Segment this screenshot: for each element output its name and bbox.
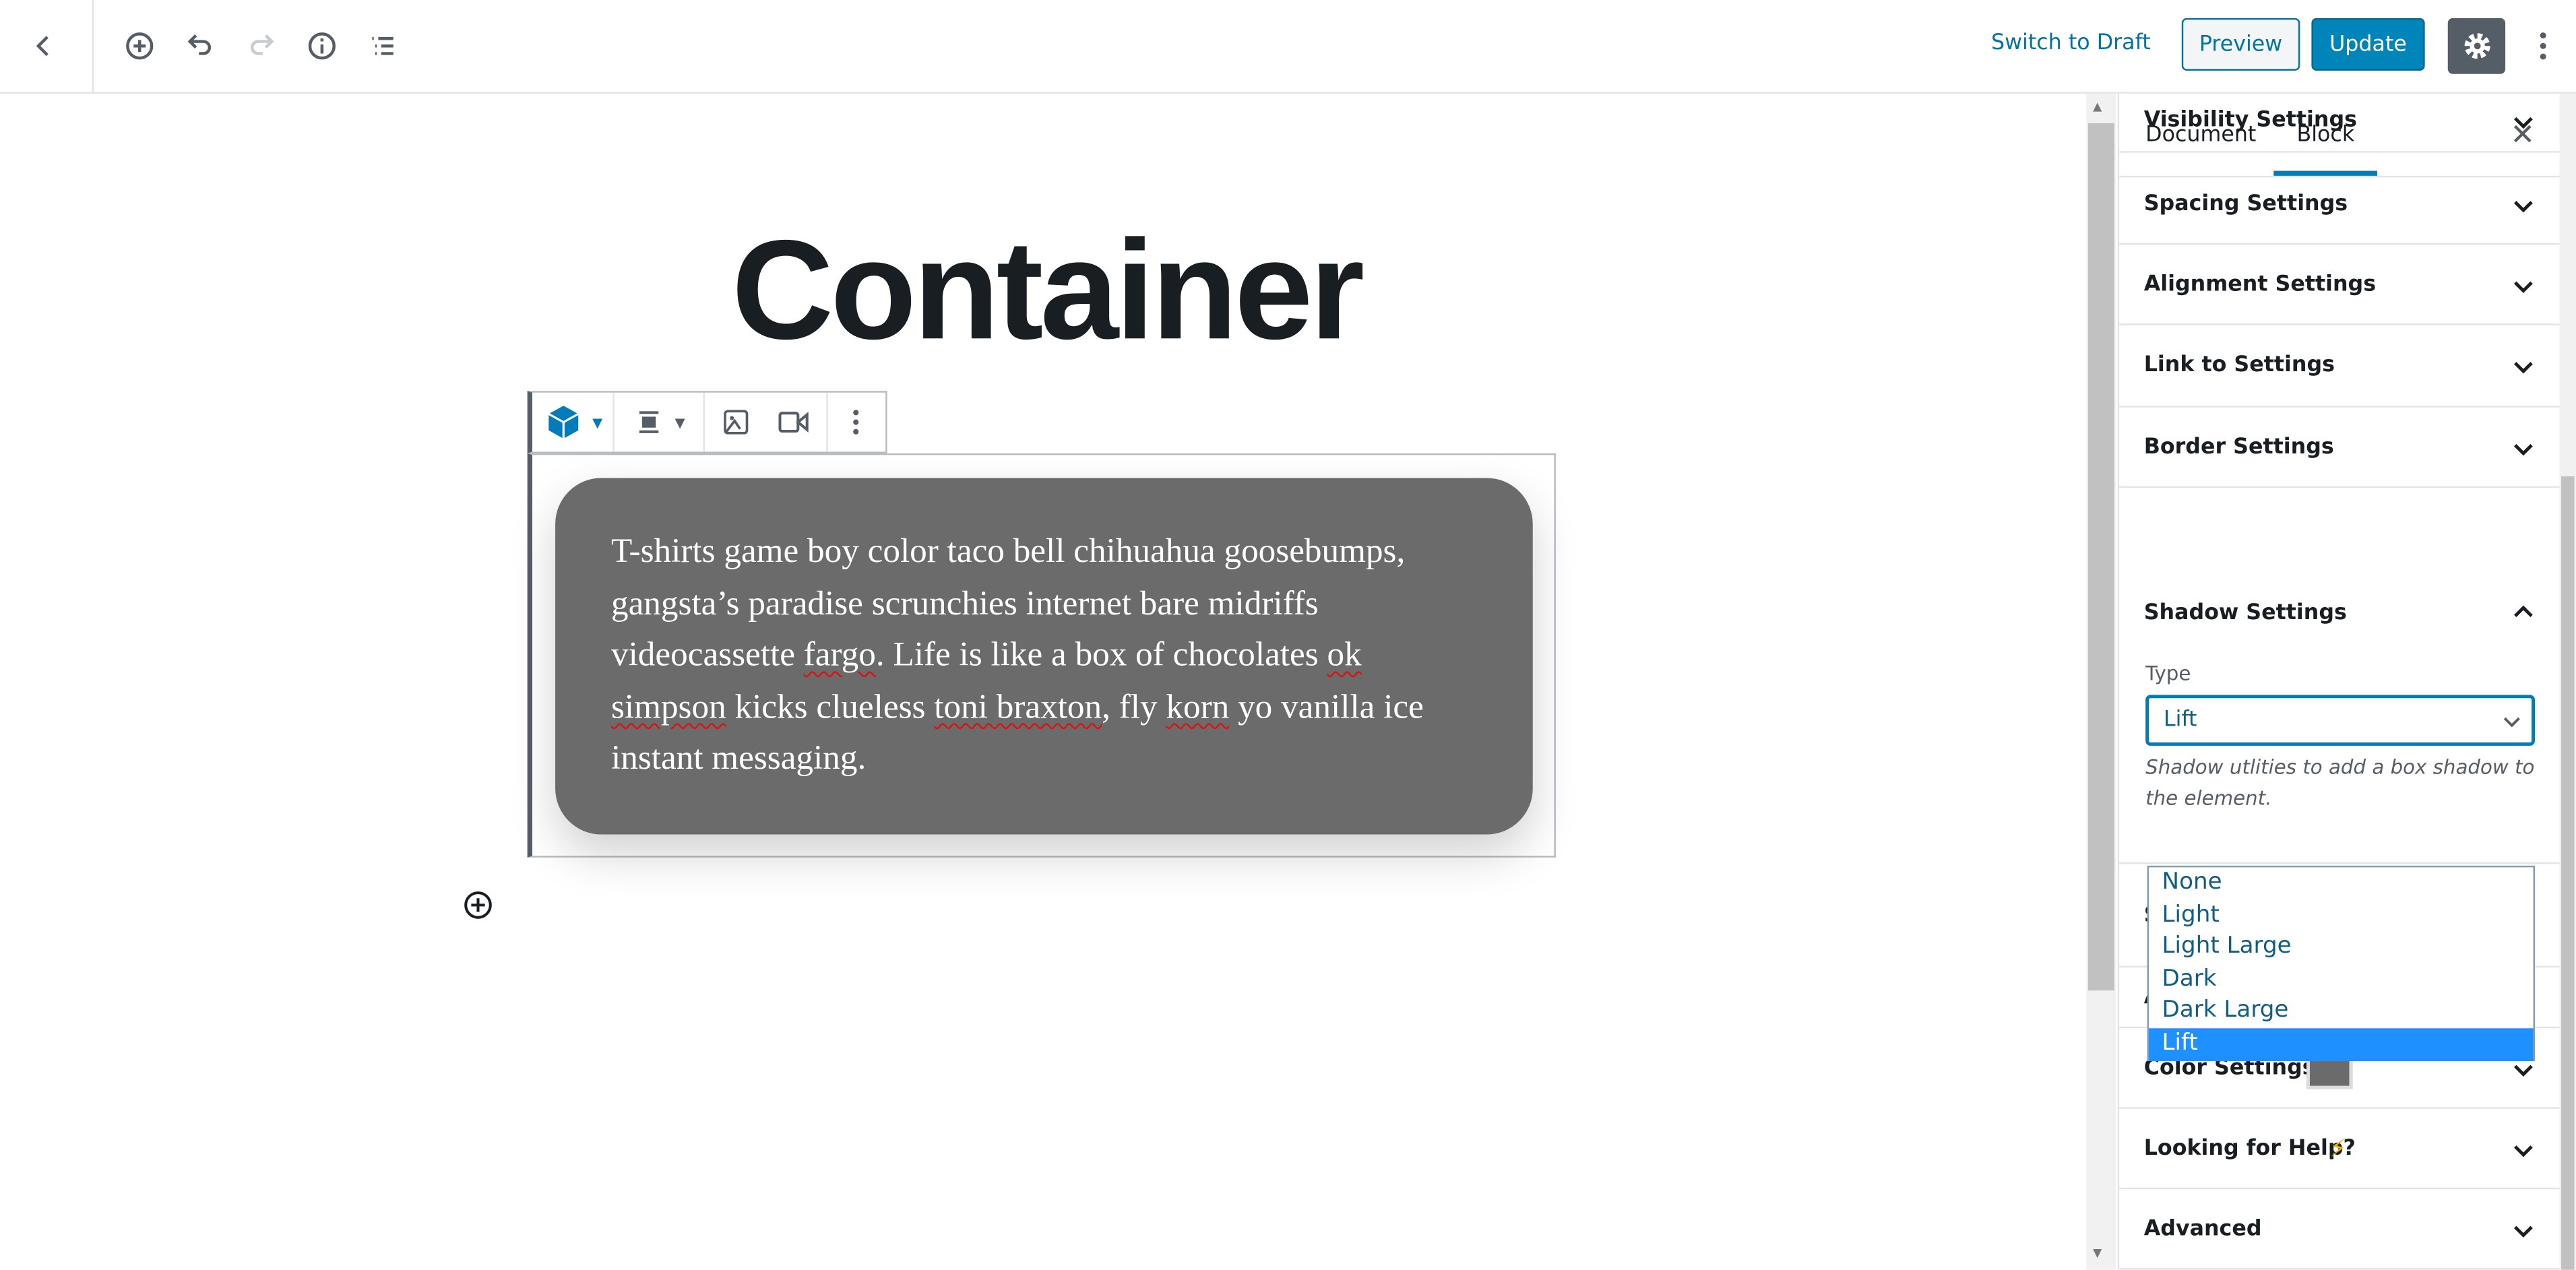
chevron-up-icon[interactable] [2510, 600, 2536, 626]
dropdown-option[interactable]: Dark Large [2149, 996, 2534, 1028]
outline-icon[interactable] [363, 26, 403, 66]
chevron-down-icon[interactable] [2510, 353, 2536, 379]
panel-spacing: Spacing Settings [2119, 164, 2561, 245]
dropdown-option[interactable]: None [2149, 867, 2534, 899]
back-chevron-icon[interactable] [25, 26, 65, 66]
image-icon[interactable] [719, 406, 752, 439]
settings-button[interactable] [2447, 18, 2506, 74]
paragraph-text: , fly [1102, 685, 1166, 726]
shadow-type-select[interactable]: Lift [2145, 695, 2535, 746]
panel-title[interactable]: Visibility Settings [2144, 108, 2357, 133]
block-toolbar: ▼ ▼ [527, 391, 887, 453]
settings-sidebar: Document Block ✕ Visibility Settings Spac… [2117, 93, 2561, 1270]
panel-title[interactable]: Advanced [2144, 1216, 2262, 1241]
color-swatch[interactable] [2306, 1056, 2353, 1089]
editor-scrollbar[interactable]: ▲ ▼ [2086, 93, 2116, 1270]
align-center-icon [639, 411, 658, 433]
chevron-down-icon[interactable] [2510, 191, 2536, 218]
dropdown-option[interactable]: Lift [2149, 1028, 2534, 1060]
panel-title[interactable]: Link to Settings [2144, 353, 2335, 378]
panel-title[interactable]: Spacing Settings [2144, 191, 2348, 216]
select-value: Lift [2163, 707, 2197, 733]
panel-link: Link to Settings [2119, 325, 2561, 408]
sidebar-scrollbar[interactable] [2559, 93, 2576, 1270]
add-block-icon[interactable] [120, 26, 160, 66]
info-icon[interactable] [303, 26, 342, 66]
caret-down-icon: ▼ [674, 414, 685, 430]
panel-title[interactable]: Border Settings [2144, 435, 2334, 459]
box-icon [547, 406, 578, 439]
chevron-down-icon[interactable] [2510, 108, 2536, 135]
chevron-down-icon[interactable] [2510, 272, 2536, 298]
more-vertical-icon [853, 410, 859, 435]
shadow-help-text: Shadow utlities to add a box shadow to t… [2145, 755, 2535, 810]
panel-help: Looking for Help? ⚡ [2119, 1109, 2561, 1190]
block-more-button[interactable] [827, 393, 886, 452]
add-block-inline-icon[interactable] [462, 889, 495, 922]
panel-advanced: Advanced [2119, 1189, 2561, 1270]
shadow-type-dropdown: None Light Light Large Dark Dark Large Lift [2147, 865, 2535, 1062]
misspelled-word: fargo [803, 634, 876, 674]
media-group [704, 392, 827, 452]
divider [92, 0, 94, 92]
caret-down-icon: ▼ [592, 414, 603, 430]
chevron-down-icon[interactable] [2510, 1136, 2536, 1162]
panel-title[interactable]: Shadow Settings [2144, 601, 2347, 626]
switch-to-draft-link[interactable]: Switch to Draft [1991, 31, 2151, 56]
container-inner[interactable]: T-shirts game boy color taco bell chihua… [555, 478, 1533, 835]
panel-alignment: Alignment Settings [2119, 245, 2561, 325]
editor-header: Switch to Draft Preview Update [0, 0, 2576, 94]
gear-icon [2463, 33, 2490, 59]
dropdown-option[interactable]: Light Large [2149, 932, 2534, 964]
panel-visibility: Visibility Settings [2119, 94, 2561, 153]
paragraph-text: kicks clueless [726, 685, 935, 726]
post-title[interactable]: Container [0, 210, 2093, 373]
alignment-button[interactable]: ▼ [615, 392, 704, 452]
update-button[interactable]: Update [2311, 18, 2425, 71]
misspelled-word: korn [1166, 685, 1230, 726]
block-type-button[interactable]: ▼ [532, 392, 615, 452]
panel-border: Border Settings [2119, 408, 2561, 488]
chevron-down-icon [2503, 717, 2520, 728]
panel-title[interactable]: Alignment Settings [2144, 272, 2376, 297]
type-label: Type [2145, 662, 2191, 685]
panel-shadow-settings: Shadow Settings Type Lift Shadow utlitie… [2119, 570, 2561, 864]
panel-title[interactable]: Looking for Help? [2144, 1136, 2356, 1161]
misspelled-word: toni braxton [934, 685, 1102, 726]
chevron-down-icon[interactable] [2510, 1216, 2536, 1242]
video-icon[interactable] [775, 404, 811, 441]
more-menu-icon[interactable] [2523, 26, 2563, 66]
paragraph-text: . Life is like a box of chocolates [875, 634, 1327, 674]
dropdown-option[interactable]: Dark [2149, 964, 2534, 996]
preview-button[interactable]: Preview [2181, 18, 2300, 71]
dropdown-option[interactable]: Light [2149, 899, 2534, 932]
undo-icon[interactable] [181, 26, 220, 66]
redo-icon[interactable] [241, 26, 281, 66]
chevron-down-icon[interactable] [2510, 435, 2536, 461]
lightning-icon: ⚡ [2329, 1133, 2347, 1162]
